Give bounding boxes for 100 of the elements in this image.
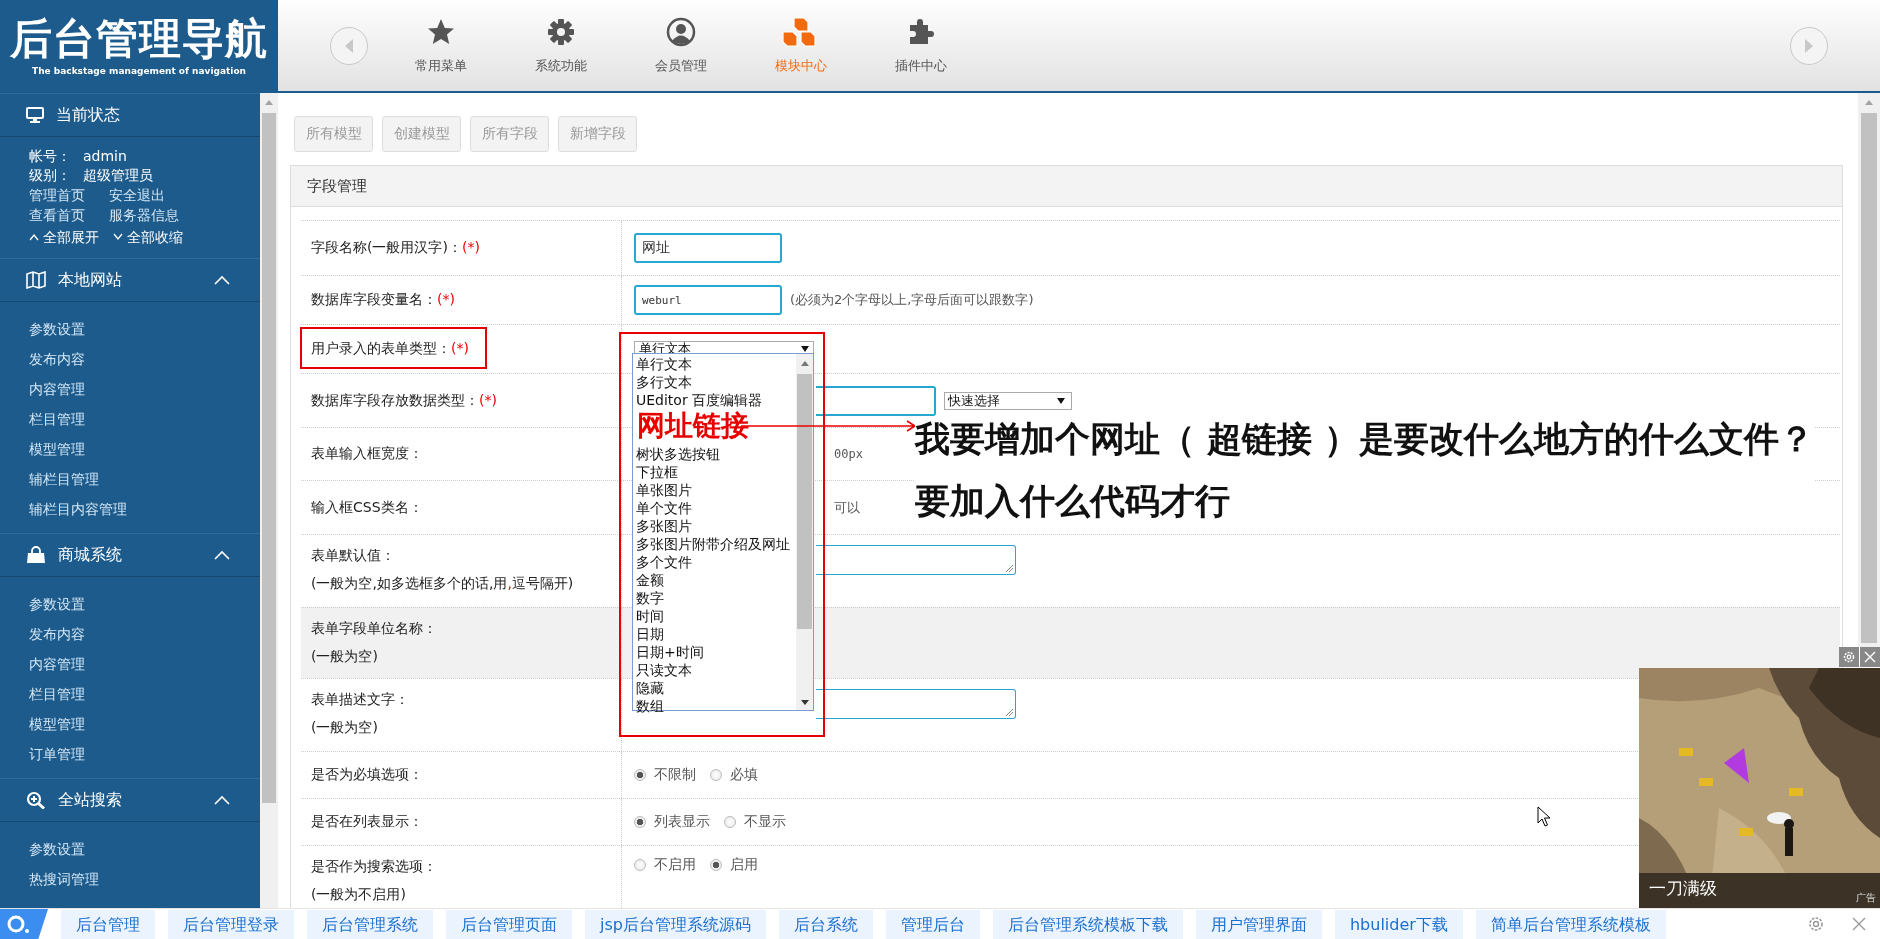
field-label: 数据库字段变量名：(*) [311,291,456,309]
dropdown-option[interactable]: 多张图片 [636,517,796,535]
text-input[interactable]: weburl [634,285,782,315]
section-header[interactable]: 商城系统 [0,533,260,577]
search-tag[interactable]: 用户管理界面 [1195,909,1322,939]
radio-button[interactable] [724,816,736,828]
question-text: 要加入什么代码才行 [915,480,1815,522]
search-tag[interactable]: 后台系统 [778,909,873,939]
sidebar-item[interactable]: 辅栏目管理 [29,464,260,494]
expand-all-link[interactable]: 全部展开 [29,226,99,248]
sidebar-item[interactable]: 订单管理 [29,739,260,769]
search-tag[interactable]: 管理后台 [885,909,980,939]
ad-label: 广告 [1856,891,1876,905]
scroll-up-icon[interactable] [1864,99,1874,105]
scroll-down-icon[interactable] [799,700,810,706]
dropdown-option[interactable]: 单个文件 [636,499,796,517]
dropdown-option[interactable]: 隐藏 [636,679,796,697]
status-link[interactable]: 管理首页 [29,185,109,205]
search-tag[interactable]: 后台管理 [61,909,155,939]
dropdown-option[interactable]: 多行文本 [636,373,796,391]
search-tag[interactable]: jsp后台管理系统源码 [585,909,766,939]
settings-icon[interactable] [1807,915,1825,933]
sidebar-item[interactable]: 辅栏目内容管理 [29,494,260,524]
nav-tab[interactable]: 常用菜单 [381,16,501,75]
close-icon[interactable] [1852,917,1866,931]
dropdown-option[interactable]: 只读文本 [636,661,796,679]
dropdown-option[interactable]: 时间 [636,607,796,625]
field-label: 是否为必填选项： [311,766,424,784]
dropdown-option[interactable]: 日期+时间 [636,643,796,661]
sidebar-item[interactable]: 模型管理 [29,434,260,464]
chevron-up-icon[interactable] [214,550,230,560]
field-label: 输入框CSS类名： [311,498,424,517]
scroll-up-icon[interactable] [799,360,810,366]
sidebar-item[interactable]: 参数设置 [29,589,260,619]
dropdown-option[interactable]: 多张图片附带介绍及网址 [636,535,796,553]
sidebar-item[interactable]: 内容管理 [29,374,260,404]
radio-button[interactable] [710,859,722,871]
level-value: 超级管理员 [83,166,153,185]
dropdown-option[interactable]: 数组 [636,697,796,715]
search-tag[interactable]: 后台管理系统 [307,909,433,939]
chevron-up-icon[interactable] [214,275,230,285]
dropdown-option[interactable]: 金额 [636,571,796,589]
radio-button[interactable] [634,769,646,781]
dropdown-option[interactable]: 日期 [636,625,796,643]
scrollbar[interactable] [1858,93,1880,647]
text-input[interactable] [816,385,936,416]
scrollbar-thumb[interactable] [262,113,276,803]
search-tag[interactable]: 后台管理系统模板下载 [992,909,1183,939]
section-header[interactable]: 当前状态 [0,93,260,137]
search-tag[interactable]: hbulider下载 [1334,909,1463,939]
scrollbar[interactable] [796,354,813,710]
text-area[interactable] [816,689,1016,719]
next-button[interactable] [1790,26,1828,65]
dropdown-option[interactable]: 单张图片 [636,481,796,499]
sidebar-item[interactable]: 栏目管理 [29,679,260,709]
field-label: 表单字段单位名称： [311,620,438,638]
text-input[interactable]: 网址 [634,233,782,263]
nav-tab[interactable]: 系统功能 [501,16,621,75]
section-header[interactable]: 本地网站 [0,258,260,302]
scroll-up-icon[interactable] [264,99,274,105]
resize-handle-icon[interactable] [1006,565,1013,572]
collapse-all-link[interactable]: 全部收缩 [113,226,183,248]
field-label: 数据库字段存放数据类型：(*) [311,391,498,410]
sidebar-item[interactable]: 发布内容 [29,619,260,649]
quick-select[interactable]: 快速选择 [944,391,1072,410]
search-tag[interactable]: 后台管理登录 [168,909,294,939]
nav-tab[interactable]: 插件中心 [861,16,981,75]
sidebar-item[interactable]: 栏目管理 [29,404,260,434]
dropdown-option[interactable]: 数字 [636,589,796,607]
search-tag[interactable]: 后台管理页面 [446,909,572,939]
previous-button[interactable] [330,26,368,65]
dropdown-option[interactable]: 单行文本 [636,355,796,373]
dropdown-option[interactable]: UEditor 百度编辑器 [636,391,796,409]
logo-icon[interactable] [0,908,48,939]
dropdown-option[interactable]: 多个文件 [636,553,796,571]
scrollbar-thumb[interactable] [797,374,812,629]
status-link[interactable]: 安全退出 [109,185,209,205]
sidebar-item[interactable]: 参数设置 [29,834,260,864]
scrollbar[interactable] [260,93,278,908]
sidebar-item[interactable]: 热搜词管理 [29,864,260,894]
chevron-up-icon[interactable] [214,795,230,805]
radio-button[interactable] [634,816,646,828]
search-tag[interactable]: 简单后台管理系统模板 [1475,909,1666,939]
sidebar-item[interactable]: 内容管理 [29,649,260,679]
radio-button[interactable] [634,859,646,871]
status-link[interactable]: 查看首页 [29,205,109,225]
sidebar-item[interactable]: 模型管理 [29,709,260,739]
nav-tab[interactable]: 会员管理 [621,16,741,75]
scrollbar-thumb[interactable] [1861,113,1877,643]
resize-handle-icon[interactable] [1006,709,1013,716]
radio-button[interactable] [710,769,722,781]
text-area[interactable] [816,545,1016,575]
sidebar-item[interactable]: 发布内容 [29,344,260,374]
sidebar-item[interactable]: 参数设置 [29,314,260,344]
settings-button[interactable] [1839,647,1859,667]
close-button[interactable] [1860,647,1880,667]
dropdown-option[interactable]: 树状多选按钮 [636,445,796,463]
section-header[interactable]: 全站搜索 [0,778,260,822]
status-link[interactable]: 服务器信息 [109,205,209,225]
dropdown-option[interactable]: 下拉框 [636,463,796,481]
